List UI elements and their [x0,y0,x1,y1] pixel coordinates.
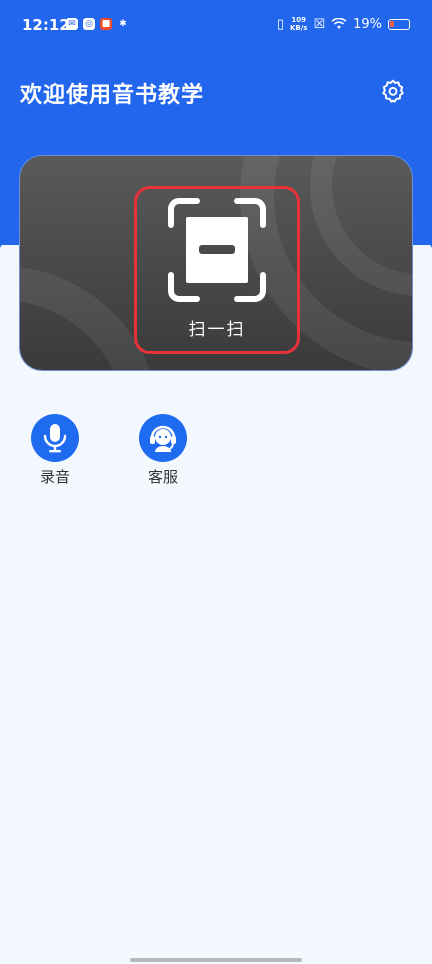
battery-percent: 19% [353,16,382,32]
text-app-notification-icon: ✱ [119,19,127,29]
scan-button[interactable]: 扫一扫 [134,186,300,354]
notification-icons: ✉ ◎ ■ ✱ [66,18,129,30]
mail-notification-icon: ✉ [66,18,78,30]
microphone-icon [43,424,67,453]
scan-label: 扫一扫 [188,320,246,340]
customer-service-label: 客服 [147,468,178,486]
customer-service-headset-icon [150,425,176,452]
scan-frame-icon [168,198,266,302]
status-bar: 12:12 ✉ ◎ ■ ✱ ▯ 109 KB/s ☒ 19% [0,0,432,52]
settings-button[interactable] [380,78,406,104]
vibrate-icon: ▯ [276,16,284,32]
app-screen: 12:12 ✉ ◎ ■ ✱ ▯ 109 KB/s ☒ 19% 欢迎使用音书教学 [0,0,432,964]
network-speed-unit: KB/s [289,24,308,32]
status-time: 12:12 [22,16,70,34]
record-icon-circle [31,414,79,462]
home-indicator[interactable] [130,958,302,962]
app-notification-icon: ◎ [83,18,95,30]
wifi-icon [331,18,347,29]
record-label: 录音 [39,468,70,486]
network-speed: 109 KB/s [290,16,307,32]
red-app-notification-icon: ■ [100,18,112,30]
status-right-icons: ▯ 109 KB/s ☒ 19% [277,16,410,32]
page-title: 欢迎使用音书教学 [20,83,205,108]
network-speed-value: 109 [291,16,306,24]
gear-icon [382,79,404,103]
customer-service-icon-circle [139,414,187,462]
customer-service-button[interactable]: 客服 [133,414,193,487]
battery-icon [388,18,410,30]
sim-icon: ☒ [313,16,326,32]
record-button[interactable]: 录音 [25,414,85,487]
